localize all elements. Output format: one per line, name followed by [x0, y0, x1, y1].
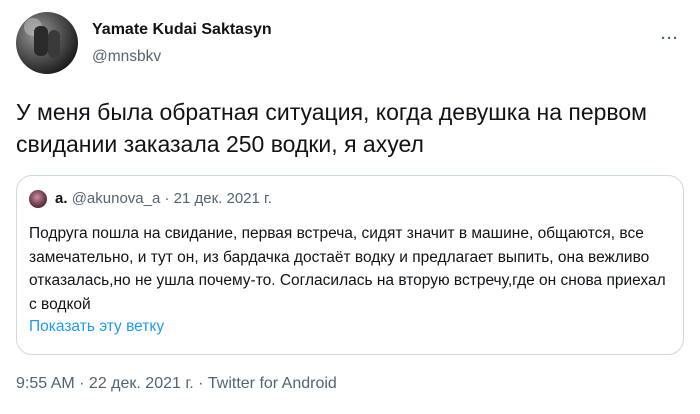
- tweet-text: У меня была обратная ситуация, когда дев…: [16, 99, 647, 157]
- quoted-separator: ·: [164, 190, 170, 207]
- quoted-author-avatar: [29, 190, 47, 208]
- more-options-icon[interactable]: ···: [661, 30, 679, 47]
- quoted-author-name: a.: [55, 190, 68, 207]
- author-display-name[interactable]: Yamate Kudai Saktasyn: [92, 21, 272, 39]
- author-avatar[interactable]: [16, 12, 78, 74]
- author-handle[interactable]: @mnsbkv: [92, 48, 161, 66]
- quoted-tweet-header: a. @akunova_a · 21 дек. 2021 г.: [55, 190, 272, 207]
- quoted-tweet-text: Подруга пошла на свидание, первая встреч…: [29, 225, 666, 313]
- tweet-timestamp-source: 9:55 AM · 22 дек. 2021 г. · Twitter for …: [16, 375, 337, 392]
- show-thread-link[interactable]: Показать эту ветку: [29, 318, 164, 336]
- avatar-figure: [34, 26, 48, 56]
- quoted-date: 21 дек. 2021 г.: [173, 190, 272, 207]
- quoted-author-handle: @akunova_a: [71, 190, 161, 207]
- quoted-tweet-card[interactable]: a. @akunova_a · 21 дек. 2021 г. Подруга …: [16, 175, 684, 355]
- avatar-figure: [48, 30, 60, 58]
